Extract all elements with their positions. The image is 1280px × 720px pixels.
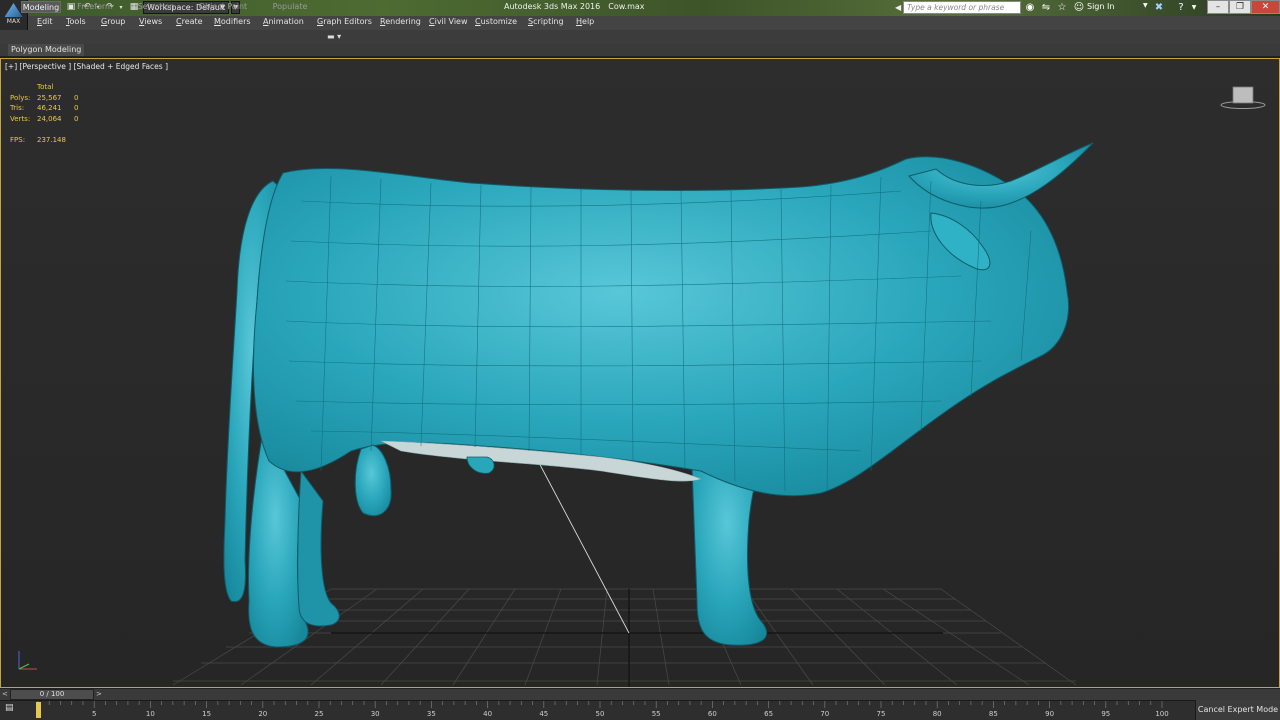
time-slider-bar	[0, 688, 1280, 700]
minimize-button[interactable]: –	[1207, 0, 1229, 14]
mini-curve-editor-icon[interactable]: ▤	[5, 703, 21, 715]
favorites-star-icon[interactable]: ☆	[1056, 1, 1068, 15]
window-title: Autodesk 3ds Max 2016 Cow.max	[504, 2, 645, 11]
track-tick-label: 100	[1155, 710, 1169, 718]
menu-graph-editors[interactable]: Graph Editors	[317, 17, 372, 26]
track-tick-label: 15	[202, 710, 212, 718]
track-tick-label: 80	[932, 710, 942, 718]
menu-tools[interactable]: Tools	[66, 17, 86, 26]
track-tick-label: 10	[145, 710, 155, 718]
menu-civil-view[interactable]: Civil View	[429, 17, 468, 26]
stats-row-polys: Polys: 25,567 0	[10, 93, 79, 102]
track-tick-label: 60	[707, 710, 717, 718]
menu-rendering[interactable]: Rendering	[380, 17, 421, 26]
chevron-down-icon[interactable]: ▼	[1143, 2, 1148, 9]
stats-row-fps: FPS: 237.148	[10, 136, 66, 144]
statistics-overlay: Total Polys: 25,567 0 Tris: 46,241 0 Verts: 2…	[10, 82, 78, 146]
axis-tripod-icon	[18, 651, 37, 670]
tab-object-paint[interactable]: Object Paint	[196, 1, 250, 13]
sign-in-button[interactable]: Sign In	[1087, 2, 1114, 11]
help-icon[interactable]: ?	[1175, 1, 1187, 15]
track-tick-label: 30	[370, 710, 380, 718]
ribbon-minimize-icon[interactable]: ▬ ▾	[327, 32, 341, 41]
app-logo-label: MAX	[6, 18, 21, 25]
track-tick-label: 75	[876, 710, 886, 718]
menu-scripting[interactable]: Scripting	[528, 17, 564, 26]
file-name: Cow.max	[608, 2, 645, 11]
track-tick-label: 5	[91, 710, 97, 718]
polygon-modeling-panel[interactable]: Polygon Modeling	[8, 44, 85, 56]
track-tick-label: 40	[483, 710, 493, 718]
search-expand-icon[interactable]: ◀	[895, 1, 902, 15]
track-tick-label: 35	[426, 710, 436, 718]
track-tick-label: 65	[764, 710, 774, 718]
ribbon-tabs	[0, 30, 1280, 44]
track-tick-label: 50	[595, 710, 605, 718]
menu-modifiers[interactable]: Modifiers	[214, 17, 251, 26]
ribbon-panel	[0, 44, 1280, 57]
tab-freeform[interactable]: Freeform	[70, 1, 120, 13]
subscription-icon[interactable]: ⇋	[1040, 1, 1052, 15]
track-tick-label: 85	[988, 710, 998, 718]
exchange-apps-icon[interactable]: ✖	[1153, 1, 1165, 15]
menu-create[interactable]: Create	[176, 17, 203, 26]
track-tick-label: 20	[258, 710, 268, 718]
stats-row-tris: Tris: 46,241 0	[10, 104, 79, 112]
menu-help[interactable]: Help	[576, 17, 594, 26]
track-tick-label: 90	[1045, 710, 1055, 718]
time-slider[interactable]: 0 / 100	[10, 689, 94, 700]
help-dropdown-icon[interactable]: ▼	[1188, 1, 1200, 15]
viewport-label[interactable]: [+] [Perspective ] [Shaded + Edged Faces…	[5, 62, 168, 71]
maximize-button[interactable]: ❐	[1229, 0, 1251, 14]
menu-customize[interactable]: Customize	[475, 17, 517, 26]
track-tick-label: 45	[539, 710, 549, 718]
cancel-expert-mode-button[interactable]: Cancel Expert Mode	[1195, 700, 1280, 720]
viewport-scene	[1, 59, 1279, 687]
binoculars-icon[interactable]: ◉	[1024, 1, 1036, 15]
track-tick-label: 70	[820, 710, 830, 718]
app-name: Autodesk 3ds Max 2016	[504, 2, 601, 11]
time-next-icon[interactable]: >	[96, 690, 102, 698]
current-frame-marker[interactable]	[36, 702, 41, 718]
search-input[interactable]: Type a keyword or phrase	[903, 1, 1021, 14]
stats-header: Total	[37, 83, 54, 91]
tab-modeling[interactable]: Modeling	[21, 1, 61, 13]
menu-edit[interactable]: Edit	[37, 17, 53, 26]
perspective-viewport[interactable]: [+] [Perspective ] [Shaded + Edged Faces…	[0, 58, 1280, 688]
time-prev-icon[interactable]: <	[2, 690, 8, 698]
track-tick-label: 95	[1101, 710, 1111, 718]
menu-views[interactable]: Views	[139, 17, 162, 26]
track-tick-label: 55	[651, 710, 661, 718]
track-tick-label: 25	[314, 710, 324, 718]
close-button[interactable]: ✕	[1251, 0, 1280, 14]
menu-animation[interactable]: Animation	[263, 17, 304, 26]
menu-group[interactable]: Group	[101, 17, 125, 26]
stats-row-verts: Verts: 24,064 0	[10, 114, 79, 123]
user-icon[interactable]: ☺	[1073, 1, 1085, 15]
tab-populate[interactable]: Populate	[265, 1, 315, 13]
tab-selection[interactable]: Selection	[130, 1, 182, 13]
max-logo-icon	[4, 3, 23, 17]
